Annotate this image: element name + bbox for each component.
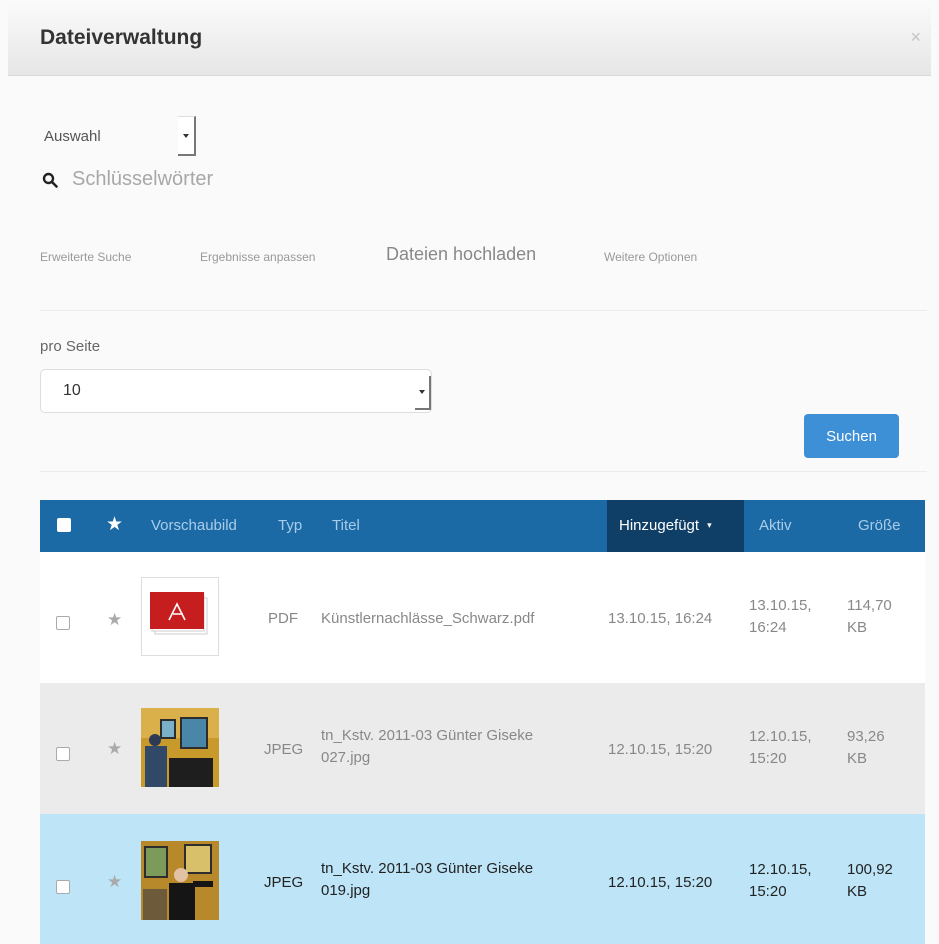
sort-caret-icon: ▾ — [707, 520, 712, 530]
file-table: ★ Vorschaubild Typ Titel Hinzugefügt ▾ Ak… — [40, 500, 925, 944]
photo-thumbnail — [141, 841, 219, 920]
column-title[interactable]: Titel — [332, 517, 360, 534]
row-type: JPEG — [264, 741, 304, 758]
auswahl-dropdown-arrow[interactable] — [178, 116, 196, 156]
row-title: tn_Kstv. 2011-03 Günter Giseke 027.jpg — [321, 727, 534, 766]
per-page-select[interactable]: 10 — [40, 369, 432, 413]
row-title: Künstlernachlässe_Schwarz.pdf — [321, 610, 535, 627]
divider — [40, 471, 927, 472]
tab-adjust-results[interactable]: Ergebnisse anpassen — [200, 250, 315, 264]
row-active: 12.10.15, 15:20 — [749, 861, 812, 900]
per-page-value: 10 — [63, 382, 81, 399]
table-row-selected[interactable]: ★ JPEG tn_Kstv. 2011-03 Günter Giseke 019… — [40, 814, 925, 944]
row-size: 93,26 KB — [847, 728, 885, 767]
star-icon[interactable]: ★ — [107, 739, 122, 759]
column-added[interactable]: Hinzugefügt ▾ — [607, 500, 744, 552]
column-size[interactable]: Größe — [858, 517, 901, 534]
row-title: tn_Kstv. 2011-03 Günter Giseke 019.jpg — [321, 860, 534, 899]
auswahl-select-label[interactable]: Auswahl — [44, 128, 101, 145]
star-icon[interactable]: ★ — [107, 872, 122, 892]
chevron-down-icon — [183, 133, 189, 138]
row-added: 12.10.15, 15:20 — [608, 874, 713, 891]
tabs-bar: Erweiterte Suche Ergebnisse anpassen Dat… — [0, 236, 939, 276]
row-active: 12.10.15, 15:20 — [749, 728, 812, 767]
search-icon — [42, 172, 58, 188]
dialog-title: Dateiverwaltung — [40, 26, 203, 49]
row-added: 12.10.15, 15:20 — [608, 741, 713, 758]
table-row[interactable]: ★ JPEG tn_Kstv. 2011-03 Günter Giseke 027… — [40, 683, 925, 814]
star-icon[interactable]: ★ — [106, 513, 123, 536]
table-row[interactable]: ★ PDF Künstlernachlässe_Schwarz.pdf 13.1… — [40, 552, 925, 683]
row-checkbox[interactable] — [56, 880, 70, 894]
dialog-header: Dateiverwaltung × — [8, 0, 931, 76]
column-type[interactable]: Typ — [278, 517, 302, 534]
row-added: 13.10.15, 16:24 — [608, 610, 713, 627]
chevron-down-icon — [415, 376, 431, 410]
row-size: 100,92 KB — [847, 861, 893, 900]
search-input[interactable] — [72, 168, 372, 191]
column-active[interactable]: Aktiv — [759, 517, 792, 534]
tab-advanced-search[interactable]: Erweiterte Suche — [40, 250, 131, 264]
select-all-checkbox[interactable] — [57, 518, 71, 532]
pdf-icon — [141, 577, 219, 656]
tab-more-options[interactable]: Weitere Optionen — [604, 250, 697, 264]
row-active: 13.10.15, 16:24 — [749, 597, 812, 636]
row-type: PDF — [268, 610, 298, 627]
column-preview[interactable]: Vorschaubild — [151, 517, 237, 534]
tab-upload-files[interactable]: Dateien hochladen — [386, 244, 536, 265]
row-checkbox[interactable] — [56, 747, 70, 761]
per-page-label: pro Seite — [40, 338, 101, 355]
star-icon[interactable]: ★ — [107, 610, 122, 630]
search-bar — [42, 168, 372, 191]
search-button[interactable]: Suchen — [804, 414, 899, 458]
row-checkbox[interactable] — [56, 616, 70, 630]
row-size: 114,70 KB — [847, 597, 892, 636]
column-added-label: Hinzugefügt — [619, 517, 700, 534]
photo-thumbnail — [141, 708, 219, 787]
table-header: ★ Vorschaubild Typ Titel Hinzugefügt ▾ Ak… — [40, 500, 925, 552]
divider — [40, 310, 927, 311]
row-type: JPEG — [264, 874, 304, 891]
close-icon[interactable]: × — [910, 27, 921, 48]
